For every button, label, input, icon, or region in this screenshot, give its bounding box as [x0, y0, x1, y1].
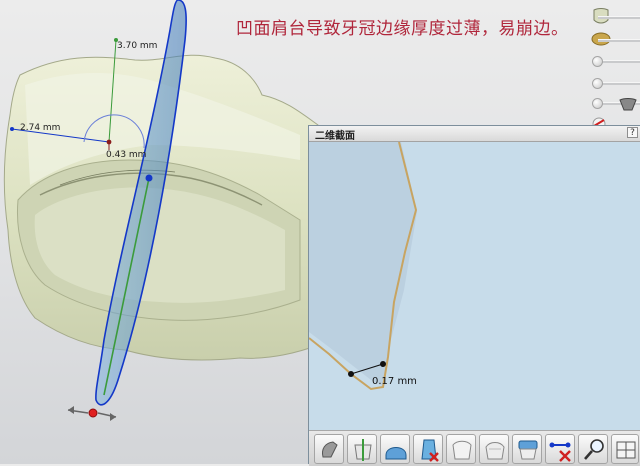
section-toolbar — [309, 430, 640, 466]
section-center-point — [145, 174, 153, 182]
grid-view-icon — [616, 441, 636, 459]
section-canvas[interactable] — [309, 142, 640, 430]
height-measurement-label: 3.70 mm — [117, 41, 158, 51]
section-panel[interactable]: 二维截面 ? 0.17 mm — [308, 125, 640, 466]
gray-tooth-tool-icon — [322, 441, 338, 458]
section-titlebar[interactable]: 二维截面 ? — [309, 126, 640, 142]
visibility-slider-4[interactable] — [588, 76, 640, 90]
tooth-delete-button[interactable] — [413, 434, 443, 464]
white-tooth-button[interactable] — [446, 434, 476, 464]
thickness-measurement-label: 0.17 mm — [372, 376, 417, 387]
white-tooth-alt-icon — [485, 442, 505, 460]
help-button[interactable]: ? — [627, 127, 638, 138]
manipulator-handle — [88, 408, 98, 418]
blue-crown-cap-icon — [385, 447, 407, 460]
blue-tooth-top-button[interactable] — [512, 434, 542, 464]
remove-measurement-button[interactable] — [545, 434, 575, 464]
tooth-cross-section-icon — [354, 439, 372, 461]
tooth-silhouette-icon[interactable] — [618, 96, 640, 114]
white-tooth-icon — [452, 440, 472, 460]
width-measurement-label: 2.74 mm — [20, 123, 61, 133]
magnifier-button[interactable] — [578, 434, 608, 464]
remove-measurement-icon — [549, 442, 571, 462]
white-tooth-alt-button[interactable] — [479, 434, 509, 464]
gray-tooth-tool-button[interactable] — [314, 434, 344, 464]
blue-crown-cap-button[interactable] — [380, 434, 410, 464]
annotation-text: 凹面肩台导致牙冠边缘厚度过薄，易崩边。 — [236, 19, 569, 39]
section-title: 二维截面 — [315, 131, 355, 142]
offset-measurement-label: 0.43 mm — [106, 150, 147, 160]
visibility-slider-1[interactable] — [588, 10, 640, 24]
visibility-slider-2[interactable] — [588, 33, 640, 47]
thickness-point-1 — [348, 371, 354, 377]
tooth-cross-section-button[interactable] — [347, 434, 377, 464]
tooth-delete-icon — [421, 439, 439, 462]
visibility-slider-3[interactable] — [588, 54, 640, 68]
blue-tooth-top-icon — [518, 440, 538, 460]
magnifier-icon — [584, 439, 604, 460]
thickness-point-2 — [380, 361, 386, 367]
grid-view-button[interactable] — [611, 434, 639, 464]
